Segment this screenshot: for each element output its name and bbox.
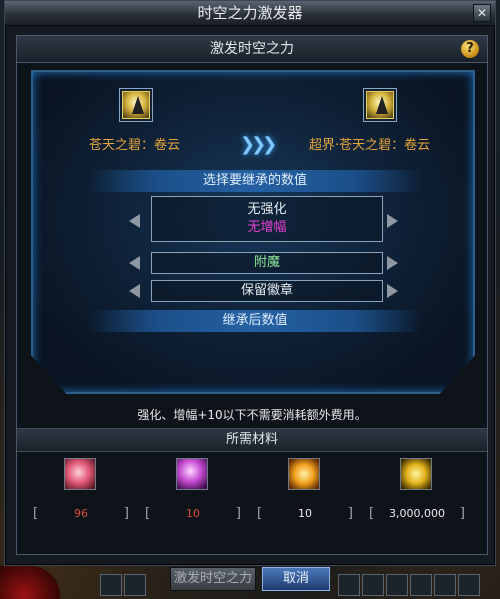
option2-left-arrow[interactable] [129, 256, 140, 270]
materials-header: 所需材料 [17, 428, 487, 452]
option3-right-arrow[interactable] [387, 284, 398, 298]
option-enchant-label: 附魔 [253, 255, 280, 270]
cost-note: 强化、增幅+10以下不需要消耗额外费用。 [137, 408, 367, 422]
material-quantity: 10 [257, 506, 353, 522]
quickslot[interactable] [362, 574, 384, 596]
material-item: 10 [141, 458, 245, 530]
option-amplify-label: 无增幅 [247, 220, 287, 235]
material-item: 3,000,000 [365, 458, 469, 530]
material-quantity: 10 [145, 506, 241, 522]
result-header: 继承后数值 [89, 310, 421, 332]
golden-rune-icon[interactable] [288, 458, 320, 490]
inherit-header-label: 选择要继承的数值 [202, 173, 307, 188]
window-titlebar[interactable]: 时空之力激发器 ✕ [5, 1, 495, 26]
option2-right-arrow[interactable] [387, 256, 398, 270]
transfer-arrow-icon: ❯❯❯ [240, 134, 277, 155]
help-icon[interactable]: ? [461, 40, 479, 58]
material-quantity: 96 [33, 506, 129, 522]
quickslot[interactable] [410, 574, 432, 596]
material-item: 10 [253, 458, 357, 530]
materials-header-label: 所需材料 [225, 432, 278, 447]
pink-crystal-icon[interactable] [64, 458, 96, 490]
gold-coins-icon[interactable] [400, 458, 432, 490]
window-title: 时空之力激发器 [197, 4, 303, 22]
panel-header: 激发时空之力 ? [17, 36, 487, 63]
option-emblem-label: 保留徽章 [240, 283, 293, 298]
activate-button[interactable]: 激发时空之力 [170, 567, 256, 591]
item-stage: 苍天之碧：卷云 ❯❯❯ 超界·苍天之碧：卷云 选择要继承的数值 无强化 无增幅 … [31, 70, 475, 394]
option-emblem-row[interactable]: 保留徽章 [151, 280, 383, 302]
material-item: 96 [29, 458, 133, 530]
cancel-button[interactable]: 取消 [262, 567, 330, 591]
option1-left-arrow[interactable] [129, 214, 140, 228]
result-header-label: 继承后数值 [222, 313, 288, 328]
quickslot[interactable] [386, 574, 408, 596]
source-item-name: 苍天之碧：卷云 [89, 138, 181, 153]
activation-panel: 激发时空之力 ? 苍天之碧：卷云 ❯❯❯ 超界·苍天之碧：卷云 选择要继承的数值… [16, 35, 488, 555]
quickslot[interactable] [338, 574, 360, 596]
option1-right-arrow[interactable] [387, 214, 398, 228]
material-quantity: 3,000,000 [369, 506, 465, 522]
target-item-name: 超界·苍天之碧：卷云 [309, 138, 431, 153]
purple-orb-icon[interactable] [176, 458, 208, 490]
source-item-icon [122, 91, 150, 119]
option-enhance-label: 无强化 [247, 202, 287, 217]
option-enchant-row[interactable]: 附魔 [151, 252, 383, 274]
option-enhance-row[interactable]: 无强化 无增幅 [151, 196, 383, 242]
target-item-icon [366, 91, 394, 119]
option3-left-arrow[interactable] [129, 284, 140, 298]
panel-title: 激发时空之力 [210, 41, 294, 57]
quickslot[interactable] [100, 574, 122, 596]
source-item-slot[interactable] [119, 88, 153, 122]
target-item-slot[interactable] [363, 88, 397, 122]
close-icon[interactable]: ✕ [473, 4, 491, 22]
activator-window: 时空之力激发器 ✕ 激发时空之力 ? 苍天之碧：卷云 ❯❯❯ 超界·苍天之碧：卷… [4, 0, 496, 566]
quickslot[interactable] [458, 574, 480, 596]
quickslot[interactable] [434, 574, 456, 596]
inherit-header: 选择要继承的数值 [89, 170, 421, 192]
quickslot[interactable] [124, 574, 146, 596]
